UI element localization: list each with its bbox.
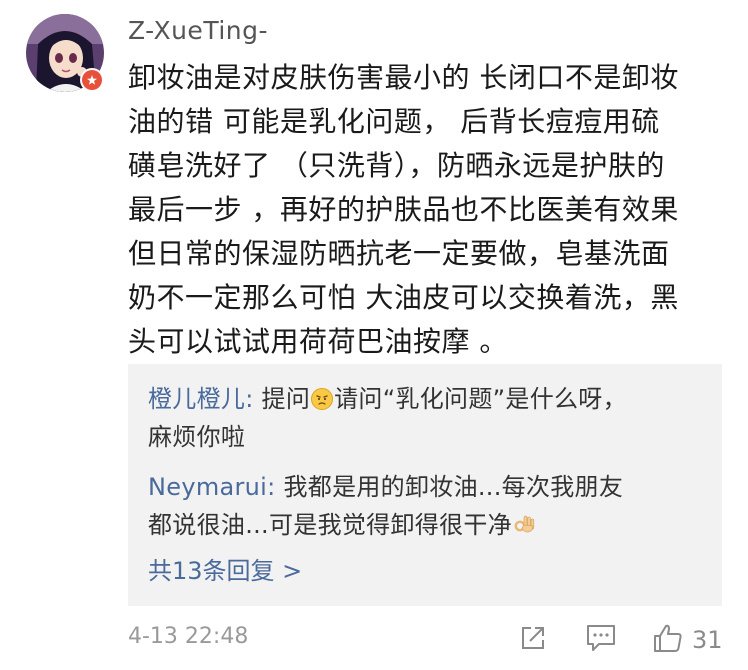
comment-line: 最后一步 ，再好的护肤品也不比医美有效果 (128, 193, 679, 226)
comment-line: 磺皂洗好了 （只洗背），防晒永远是护肤的 (128, 149, 665, 182)
reply-item[interactable]: 橙儿橙儿: 提问 请问“乳化问题”是什么呀， (148, 380, 627, 422)
reply-item-continuation: 麻烦你啦 (148, 423, 246, 451)
comment-text: 卸妆油是对皮肤伤害最小的 长闭口不是卸妆 油的错 可能是乳化问题， 后背长痘痘用… (128, 56, 728, 364)
comment-icon (585, 623, 617, 657)
avatar[interactable] (26, 14, 104, 92)
thumbs-up-icon (652, 622, 684, 658)
reply-text: 我都是用的卸妆油...每次我朋友 (275, 473, 624, 501)
weibo-comment: Z-XueTing- 卸妆油是对皮肤伤害最小的 长闭口不是卸妆 油的错 可能是乳… (0, 0, 748, 670)
comment-line: 卸妆油是对皮肤伤害最小的 长闭口不是卸妆 (128, 61, 679, 94)
comment-line: 奶不一定那么可怕 大油皮可以交换着洗，黑 (128, 281, 679, 314)
reply-item-continuation: 都说很油...可是我觉得卸得很干净 (148, 506, 536, 548)
reply-item[interactable]: Neymarui: 我都是用的卸妆油...每次我朋友 (148, 468, 623, 506)
reply-nick[interactable]: Neymarui: (148, 473, 276, 501)
red-badge-icon (82, 70, 102, 90)
like-button[interactable]: 31 (652, 622, 723, 658)
comment-line: 油的错 可能是乳化问题， 后背长痘痘用硫 (128, 105, 660, 138)
like-count: 31 (692, 626, 723, 654)
verified-badge (80, 68, 104, 92)
share-icon (518, 623, 548, 657)
ok-hand-emoji (512, 510, 536, 548)
worried-face-emoji (310, 384, 334, 422)
reply-text: 都说很油...可是我觉得卸得很干净 (148, 511, 512, 539)
share-button[interactable] (518, 622, 548, 658)
more-replies-link[interactable]: 共13条回复 > (148, 552, 302, 590)
username[interactable]: Z-XueTing- (128, 16, 268, 45)
timestamp: 4-13 22:48 (128, 624, 249, 649)
comment-line: 但日常的保湿防晒抗老一定要做，皂基洗面 (128, 237, 670, 270)
comment-line: 头可以试试用荷荷巴油按摩 。 (128, 325, 508, 358)
reply-text: 请问“乳化问题”是什么呀， (334, 385, 627, 413)
comment-button[interactable] (585, 622, 617, 658)
reply-nick[interactable]: 橙儿橙儿: (148, 385, 254, 413)
reply-text: 提问 (253, 385, 311, 413)
reply-box[interactable]: 橙儿橙儿: 提问 请问“乳化问题”是什么呀， 麻烦你啦 Neymarui: 我都… (128, 364, 722, 606)
